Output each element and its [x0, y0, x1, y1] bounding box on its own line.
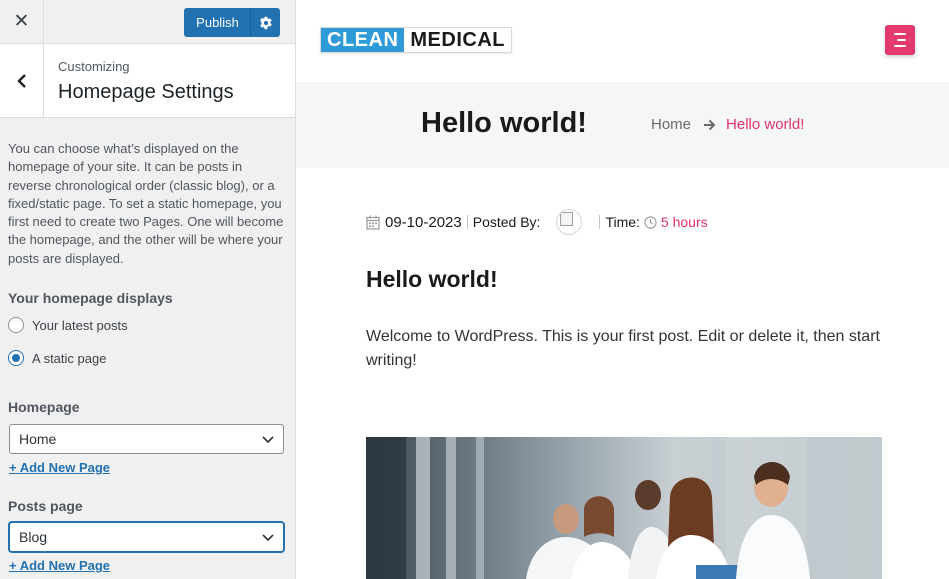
customizer-header: ✕ Publish [0, 0, 295, 44]
publish-settings-button[interactable] [251, 8, 280, 37]
clock-icon [644, 215, 657, 229]
add-new-posts-page-link[interactable]: + Add New Page [9, 558, 110, 573]
posted-by-label: Posted By: [472, 214, 541, 230]
logo-text-clean: CLEAN [321, 28, 405, 52]
publish-button[interactable]: Publish [184, 8, 251, 37]
site-logo[interactable]: CLEAN MEDICAL [320, 27, 512, 53]
post-time-value: 5 hours [660, 214, 708, 230]
radio-label: A static page [32, 350, 107, 366]
hamburger-menu-icon[interactable] [885, 25, 915, 55]
breadcrumb-current: Hello world! [726, 116, 805, 133]
gear-icon [259, 16, 272, 29]
site-preview: CLEAN MEDICAL Hello world! Home Hello wo… [296, 0, 949, 579]
posts-page-label: Posts page [8, 498, 83, 515]
chevron-left-icon [16, 73, 26, 88]
homepage-label: Homepage [8, 399, 80, 416]
post-title[interactable]: Hello world! [366, 266, 498, 293]
breadcrumb: Home Hello world! [651, 116, 804, 133]
add-new-homepage-link[interactable]: + Add New Page [9, 460, 110, 475]
chevron-down-icon [262, 534, 274, 542]
customizer-sidebar: ✕ Publish Customizing Homepage Settings … [0, 0, 296, 579]
time-label: Time: [605, 214, 640, 230]
page-title-banner: Hello world! Home Hello world! [296, 82, 949, 168]
arrow-right-icon [703, 119, 716, 131]
radio-static-page[interactable]: A static page [8, 348, 286, 368]
posts-page-select[interactable]: Blog [9, 522, 284, 553]
back-button[interactable] [0, 44, 44, 117]
homepage-select-value: Home [19, 431, 57, 448]
posts-page-select-value: Blog [19, 529, 48, 546]
close-customizer-button[interactable]: ✕ [0, 0, 44, 43]
section-title: Homepage Settings [58, 81, 234, 103]
avatar[interactable] [556, 209, 583, 235]
calendar-icon [366, 215, 380, 230]
customizing-label: Customizing [58, 59, 130, 74]
section-header: Customizing Homepage Settings [0, 44, 295, 118]
post-meta: 09-10-2023 Posted By: Time: 5 hours [366, 209, 708, 235]
publish-group: Publish [184, 8, 280, 37]
site-header: CLEAN MEDICAL [296, 0, 949, 82]
post-featured-image [366, 437, 882, 579]
post-date: 09-10-2023 [385, 213, 462, 231]
meta-divider [466, 215, 468, 229]
homepage-displays-label: Your homepage displays [8, 290, 173, 307]
homepage-settings-panel: You can choose what’s displayed on the h… [8, 140, 286, 575]
logo-text-medical: MEDICAL [404, 28, 511, 52]
section-description: You can choose what’s displayed on the h… [8, 141, 284, 266]
radio-label: Your latest posts [32, 317, 128, 333]
radio-button[interactable] [8, 317, 24, 334]
chevron-down-icon [262, 436, 274, 444]
radio-latest-posts[interactable]: Your latest posts [8, 315, 286, 335]
meta-divider [599, 215, 601, 229]
breadcrumb-home-link[interactable]: Home [651, 116, 691, 133]
radio-button-checked[interactable] [8, 350, 24, 367]
homepage-select[interactable]: Home [9, 424, 284, 455]
post-excerpt: Welcome to WordPress. This is your first… [366, 328, 880, 369]
close-icon: ✕ [13, 11, 30, 32]
banner-title: Hello world! [421, 107, 587, 139]
